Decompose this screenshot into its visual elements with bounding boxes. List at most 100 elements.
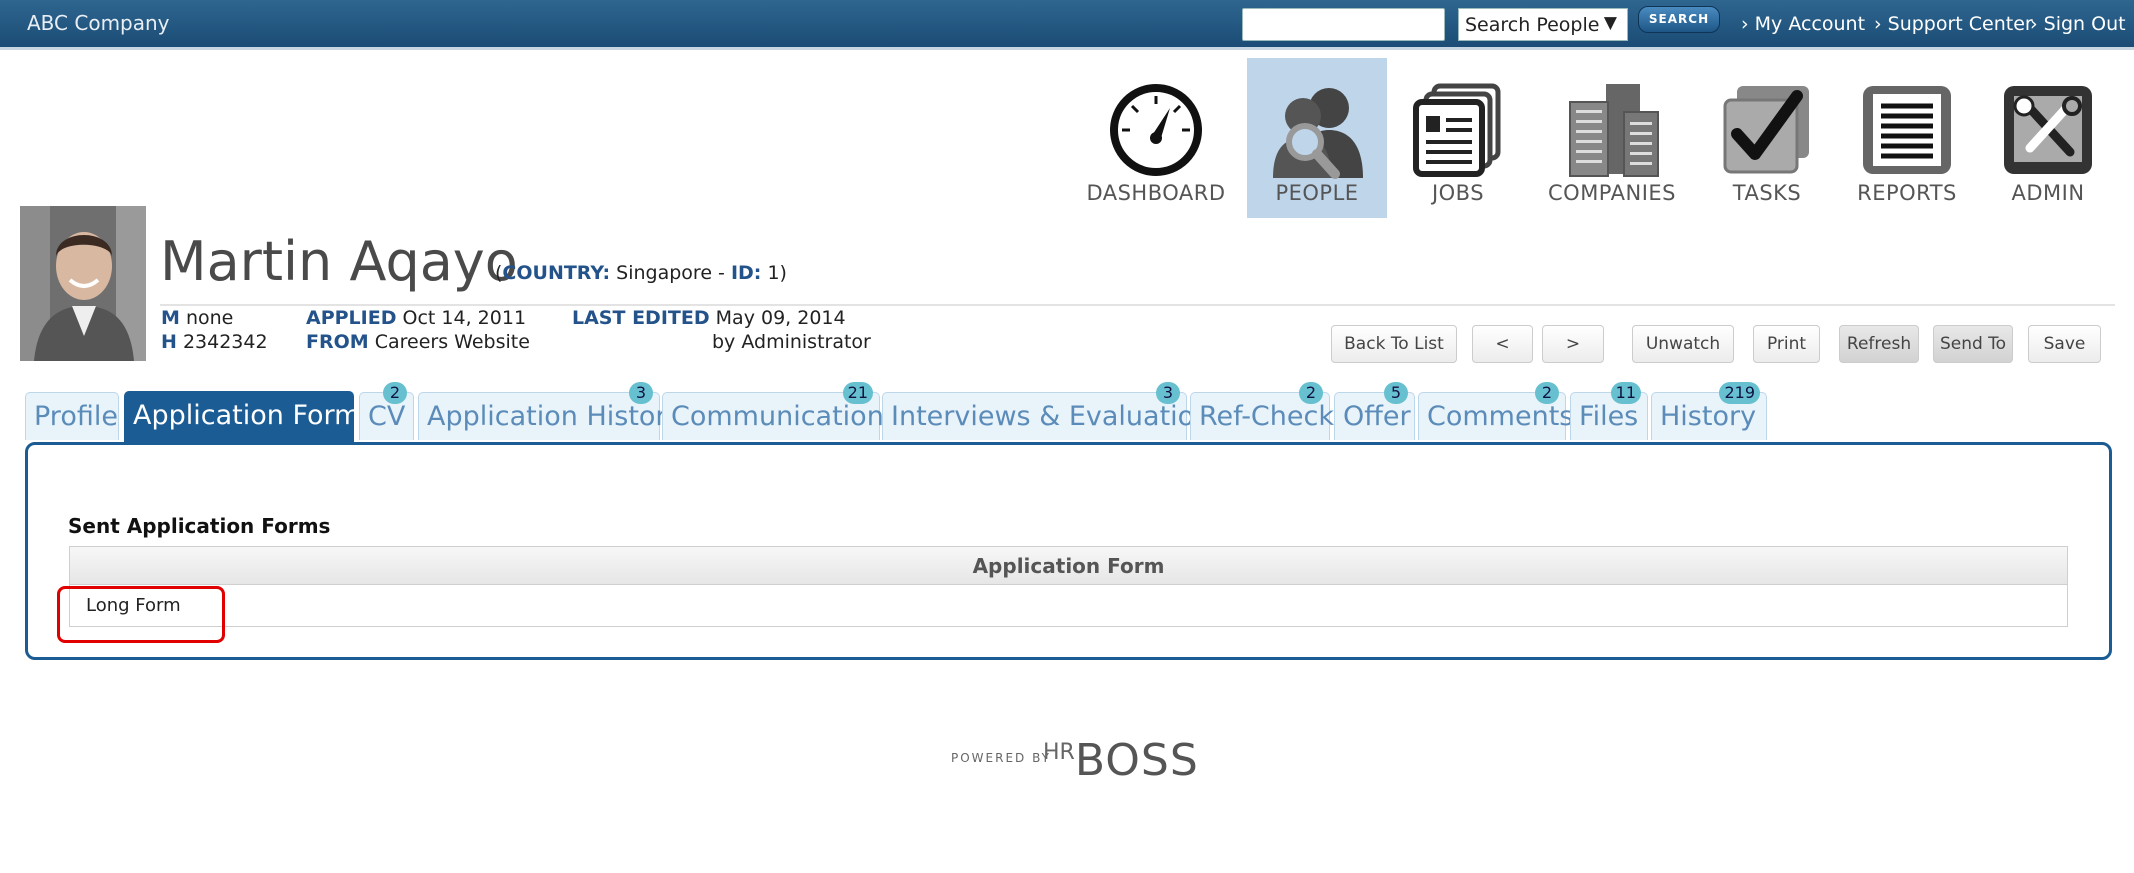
tasks-checkmark-icon	[1723, 86, 1809, 174]
admin-tools-icon	[2004, 86, 2092, 174]
next-button[interactable]: >	[1542, 325, 1604, 363]
search-input[interactable]	[1242, 8, 1445, 41]
powered-by-label: POWERED BY	[951, 751, 1052, 765]
tab-history-badge: 219	[1719, 382, 1760, 404]
tab-communication[interactable]: Communication 21	[662, 382, 884, 440]
nav-jobs[interactable]: JOBS	[1388, 58, 1528, 218]
id-value: 1	[767, 262, 780, 284]
last-edited: LAST EDITED May 09, 2014	[572, 307, 846, 329]
company-name: ABC Company	[27, 11, 170, 35]
tab-history-label: History	[1660, 401, 1757, 432]
table-header[interactable]: Application Form	[70, 547, 2067, 585]
nav-tasks-label: TASKS	[1732, 181, 1802, 205]
tab-application-history-label: Application History	[427, 401, 683, 432]
logo-hr: HR	[1043, 740, 1075, 765]
edited-by: by Administrator	[712, 331, 871, 353]
mobile-value: none	[185, 307, 234, 329]
tab-interviews-evaluations-label: Interviews & Evaluations	[891, 401, 1226, 432]
people-search-icon	[1273, 88, 1363, 179]
top-bar: ABC Company Search People ▼ SEARCH My Ac…	[0, 0, 2134, 50]
sign-out-link[interactable]: Sign Out	[2030, 13, 2126, 35]
applied-value: Oct 14, 2011	[402, 307, 527, 329]
logo-boss: BOSS	[1074, 735, 1199, 786]
tab-profile[interactable]: Profile	[25, 392, 119, 440]
candidate-name: Martin Aqayo	[160, 230, 518, 293]
application-forms-table: Application Form Long Form	[69, 546, 2068, 627]
last-edited-value: May 09, 2014	[715, 307, 846, 329]
my-account-link[interactable]: My Account	[1741, 13, 1865, 35]
tab-application-history-badge: 3	[629, 382, 653, 404]
table-row[interactable]: Long Form	[70, 585, 2067, 626]
nav-admin[interactable]: ADMIN	[1978, 58, 2118, 218]
nav-reports-label: REPORTS	[1857, 181, 1957, 205]
avatar	[20, 206, 146, 361]
nav-companies-label: COMPANIES	[1548, 181, 1676, 205]
mobile-phone: M none	[161, 307, 233, 329]
tab-ref-check-badge: 2	[1299, 382, 1323, 404]
send-to-button[interactable]: Send To	[1933, 325, 2013, 363]
nav-admin-label: ADMIN	[2011, 181, 2085, 205]
tab-files-label: Files	[1579, 401, 1639, 432]
tab-application-history[interactable]: Application History 3	[418, 382, 683, 440]
sent-forms-title: Sent Application Forms	[68, 514, 331, 538]
tab-files-badge: 11	[1610, 382, 1641, 404]
application-source: FROM Careers Website	[306, 331, 530, 353]
nav-dashboard[interactable]: DASHBOARD	[1086, 58, 1226, 218]
tab-comments-label: Comments	[1427, 401, 1574, 432]
mobile-label: M	[161, 307, 180, 329]
highlight-box	[57, 586, 225, 643]
country-label: COUNTRY:	[502, 262, 611, 284]
nav-tasks[interactable]: TASKS	[1697, 58, 1837, 218]
nav-companies[interactable]: COMPANIES	[1542, 58, 1682, 218]
hrboss-logo: HRBOSS	[1043, 735, 1199, 786]
from-value: Careers Website	[374, 331, 530, 353]
save-button[interactable]: Save	[2028, 325, 2101, 363]
jobs-documents-icon	[1413, 83, 1501, 177]
from-label: FROM	[306, 331, 369, 353]
nav-reports[interactable]: REPORTS	[1837, 58, 1977, 218]
search-button[interactable]: SEARCH	[1638, 6, 1720, 33]
id-label: ID:	[730, 262, 762, 284]
search-scope-value: Search People	[1465, 14, 1600, 36]
applied-date: APPLIED Oct 14, 2011	[306, 307, 526, 329]
tab-comments[interactable]: Comments 2	[1418, 382, 1573, 440]
last-edited-label: LAST EDITED	[572, 307, 710, 329]
tab-offer-label: Offer	[1343, 401, 1411, 432]
header-divider	[160, 304, 2115, 306]
support-center-link[interactable]: Support Center	[1874, 13, 2033, 35]
home-label: H	[161, 331, 177, 353]
tab-communication-badge: 21	[842, 382, 873, 404]
print-button[interactable]: Print	[1753, 325, 1820, 363]
nav-people[interactable]: PEOPLE	[1247, 58, 1387, 218]
refresh-button[interactable]: Refresh	[1839, 325, 1919, 363]
tab-application-forms[interactable]: Application Forms	[124, 391, 375, 442]
back-to-list-button[interactable]: Back To List	[1331, 325, 1457, 363]
nav-dashboard-label: DASHBOARD	[1086, 181, 1226, 205]
tab-cv-badge: 2	[383, 382, 407, 404]
tab-offer-badge: 5	[1384, 382, 1408, 404]
dropdown-arrow-icon: ▼	[1603, 13, 1617, 33]
nav-people-label: PEOPLE	[1275, 181, 1359, 205]
search-scope-select[interactable]: Search People ▼	[1458, 8, 1628, 41]
previous-button[interactable]: <	[1472, 325, 1533, 363]
unwatch-button[interactable]: Unwatch	[1632, 325, 1734, 363]
tab-comments-badge: 2	[1535, 382, 1559, 404]
tab-application-forms-label: Application Forms	[133, 400, 375, 431]
home-value: 2342342	[182, 331, 268, 353]
tab-files[interactable]: Files 11	[1570, 382, 1648, 440]
tab-interviews-evaluations-badge: 3	[1156, 382, 1180, 404]
tab-communication-label: Communication	[671, 401, 884, 432]
country-value: Singapore	[616, 262, 713, 284]
tab-cv[interactable]: CV 2	[359, 382, 414, 440]
tab-interviews-evaluations[interactable]: Interviews & Evaluations 3	[882, 382, 1225, 440]
tab-profile-label: Profile	[34, 401, 118, 432]
tab-cv-label: CV	[368, 401, 406, 432]
tab-history[interactable]: History 219	[1651, 382, 1767, 440]
applied-label: APPLIED	[306, 307, 397, 329]
candidate-meta: (COUNTRY: Singapore - ID: 1)	[495, 262, 787, 284]
tab-offer[interactable]: Offer 5	[1334, 382, 1415, 440]
nav-jobs-label: JOBS	[1431, 181, 1485, 205]
tab-ref-check[interactable]: Ref-Check 2	[1190, 382, 1334, 440]
candidate-photo	[20, 206, 146, 361]
reports-lines-icon	[1863, 86, 1951, 174]
